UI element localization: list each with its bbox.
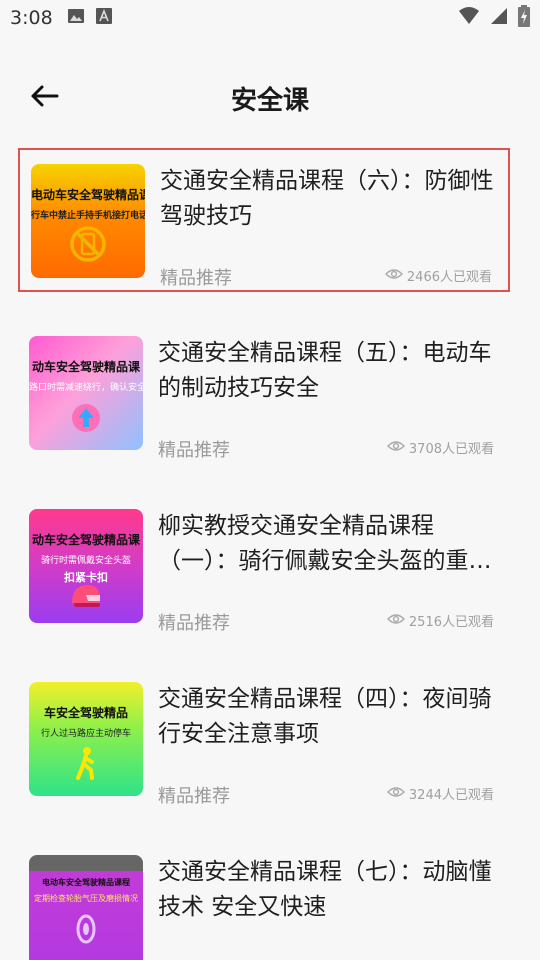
- course-thumbnail: 动车安全驾驶精品课 骑行时需佩戴安全头盔 扣紧卡扣: [29, 509, 143, 623]
- course-thumbnail: 车安全驾驶精品 行人过马路应主动停车: [29, 682, 143, 796]
- view-count: 2466人已观看: [384, 266, 492, 285]
- tire-icon: [66, 909, 106, 949]
- course-item[interactable]: 车安全驾驶精品 行人过马路应主动停车 交通安全精品课程（四）：夜间骑行安全注意事…: [18, 668, 510, 812]
- course-item[interactable]: 动车安全驾驶精品课 骑行时需佩戴安全头盔 扣紧卡扣 柳实教授交通安全精品课程（一…: [18, 495, 510, 639]
- font-a-icon: [95, 7, 113, 29]
- course-title: 交通安全精品课程（五）：电动车的制动技巧安全: [158, 340, 492, 401]
- signal-icon: [490, 7, 508, 29]
- course-item[interactable]: 电动车安全驾驶精品课程 行车中禁止手持手机接打电话 交通安全精品课程（六）：防御…: [18, 148, 510, 292]
- arrow-up-icon: [66, 396, 106, 436]
- thumbnail-subcaption: 行人过马路应主动停车: [40, 729, 131, 739]
- course-title: 交通安全精品课程（四）：夜间骑行安全注意事项: [158, 686, 492, 747]
- eye-icon: [386, 613, 405, 629]
- course-tag: 精品推荐: [158, 440, 230, 461]
- helmet-icon: [66, 577, 106, 617]
- view-count-text: 2516人已观看: [408, 615, 494, 630]
- pedestrian-icon: [66, 744, 106, 784]
- view-count: 3244人已观看: [386, 784, 494, 803]
- view-count-text: 3708人已观看: [408, 442, 494, 457]
- thumbnail-caption: 电动车安全驾驶精品课程: [31, 188, 145, 202]
- view-count: 3708人已观看: [386, 438, 494, 457]
- course-item[interactable]: 电动车安全驾驶精品课程 定期检查轮胎气压及磨损情况 交通安全精品课程（七）：动脑…: [18, 841, 510, 960]
- status-bar: 3:08: [0, 0, 540, 36]
- course-tag: 精品推荐: [158, 613, 230, 634]
- eye-icon: [384, 268, 403, 284]
- view-count-text: 2466人已观看: [406, 270, 492, 285]
- thumbnail-subcaption: 行车中禁止手持手机接打电话: [31, 211, 145, 221]
- thumbnail-caption: 动车安全驾驶精品课: [31, 533, 140, 547]
- course-tag: 精品推荐: [158, 786, 230, 807]
- nav-bar: 安全课: [0, 70, 540, 126]
- wifi-icon: [458, 7, 480, 29]
- course-thumbnail: 动车安全驾驶精品课 路口时需减速绕行，确认安全: [29, 336, 143, 450]
- gallery-icon: [67, 7, 85, 29]
- thumbnail-subcaption: 骑行时需佩戴安全头盔: [40, 556, 131, 566]
- view-count: 2516人已观看: [386, 611, 494, 630]
- battery-icon: [518, 5, 530, 31]
- course-title: 交通安全精品课程（六）：防御性驾驶技巧: [160, 168, 494, 229]
- course-title: 交通安全精品课程（七）：动脑懂技术 安全又快速: [158, 859, 492, 920]
- no-phone-icon: [68, 224, 108, 264]
- course-title: 柳实教授交通安全精品课程（一）：骑行佩戴安全头盔的重…: [158, 513, 492, 574]
- course-tag: 精品推荐: [160, 268, 232, 289]
- course-thumbnail: 电动车安全驾驶精品课程 行车中禁止手持手机接打电话: [31, 164, 145, 278]
- course-item[interactable]: 动车安全驾驶精品课 路口时需减速绕行，确认安全 交通安全精品课程（五）：电动车的…: [18, 322, 510, 466]
- status-time: 3:08: [10, 7, 53, 29]
- eye-icon: [386, 440, 405, 456]
- thumbnail-subcaption: 定期检查轮胎气压及磨损情况: [34, 894, 138, 903]
- thumbnail-caption: 电动车安全驾驶精品课程: [42, 878, 130, 887]
- eye-icon: [386, 786, 405, 802]
- thumbnail-subcaption: 路口时需减速绕行，确认安全: [29, 383, 143, 393]
- course-thumbnail: 电动车安全驾驶精品课程 定期检查轮胎气压及磨损情况: [29, 855, 143, 960]
- view-count-text: 3244人已观看: [408, 788, 494, 803]
- thumbnail-caption: 动车安全驾驶精品课: [31, 360, 140, 374]
- thumbnail-caption: 车安全驾驶精品: [43, 706, 128, 720]
- page-title: 安全课: [230, 86, 309, 116]
